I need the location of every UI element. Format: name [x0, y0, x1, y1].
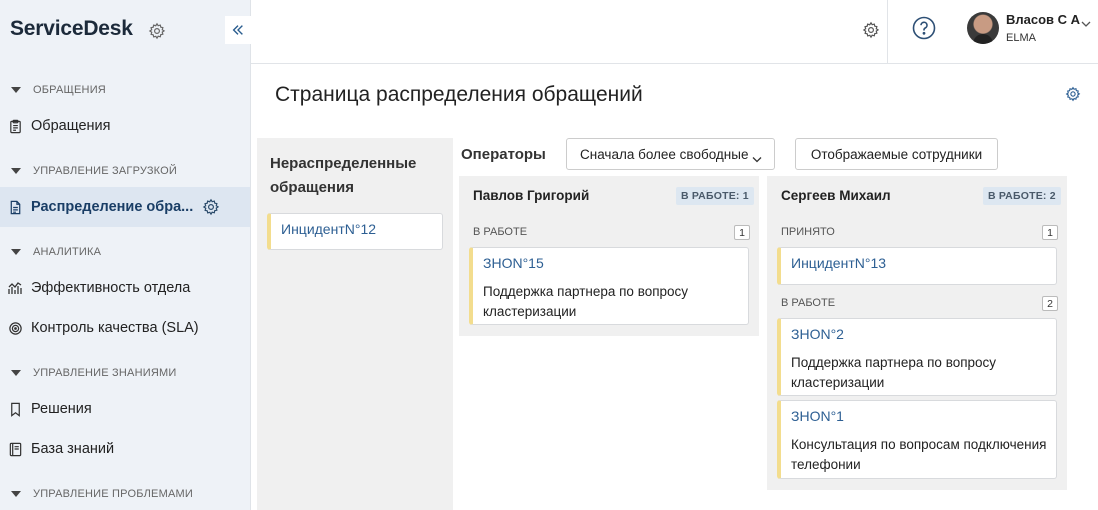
request-card[interactable]: ЗНОN°1 Консультация по вопросам подключе… — [777, 400, 1057, 479]
clipboard-icon — [7, 118, 23, 134]
double-chevron-left-icon — [232, 25, 243, 35]
group-count: 2 — [1042, 296, 1058, 311]
sidebar-item-knowledge-base[interactable]: База знаний — [0, 429, 250, 469]
request-card[interactable]: ИнцидентN°13 — [777, 247, 1057, 285]
unassigned-column: Нераспределенные обращения ИнцидентN°12 — [257, 138, 453, 510]
bookmark-icon — [7, 401, 23, 417]
sidebar-item-label: База знаний — [31, 441, 115, 457]
request-card[interactable]: ЗНОN°2 Поддержка партнера по вопросу кла… — [777, 318, 1057, 396]
request-description: Поддержка партнера по вопросу кластериза… — [483, 284, 689, 319]
book-icon — [7, 441, 23, 457]
sidebar-item-label: Распределение обра... — [31, 199, 194, 215]
group-label: В РАБОТЕ — [781, 297, 836, 309]
sidebar-section-requests[interactable]: ОБРАЩЕНИЯ — [0, 80, 250, 100]
gear-icon[interactable] — [1065, 86, 1081, 102]
target-icon — [7, 320, 23, 336]
request-link[interactable]: ЗНОN°15 — [483, 255, 544, 271]
document-icon — [7, 199, 23, 215]
sort-select[interactable]: Сначала более свободные — [566, 138, 775, 170]
caret-down-icon — [11, 370, 21, 376]
user-org: ELMA — [1006, 32, 1036, 44]
operator-name: Павлов Григорий — [473, 188, 590, 203]
page-title: Страница распределения обращений — [275, 83, 643, 106]
request-link[interactable]: ЗНОN°2 — [791, 326, 844, 342]
operator-column: Павлов Григорий В РАБОТЕ: 1 В РАБОТЕ 1 З… — [459, 176, 759, 336]
sidebar: ServiceDesk ОБРАЩЕНИЯ Обращения УПРАВЛЕН… — [0, 0, 251, 510]
request-link[interactable]: ИнцидентN°12 — [281, 221, 376, 237]
operator-column: Сергеев Михаил В РАБОТЕ: 2 ПРИНЯТО 1 Инц… — [767, 176, 1067, 490]
sidebar-item-sla[interactable]: Контроль качества (SLA) — [0, 308, 250, 348]
gear-icon[interactable] — [148, 22, 166, 40]
group-count: 1 — [1042, 225, 1058, 240]
sidebar-section-problems[interactable]: УПРАВЛЕНИЕ ПРОБЛЕМАМИ — [0, 484, 250, 504]
sidebar-item-label: Обращения — [31, 118, 111, 134]
shown-employees-button[interactable]: Отображаемые сотрудники — [795, 138, 998, 170]
group-label: В РАБОТЕ — [473, 226, 528, 238]
brand-title: ServiceDesk — [10, 17, 133, 40]
collapse-sidebar-button[interactable] — [225, 16, 251, 44]
chevron-down-icon — [752, 151, 762, 163]
request-link[interactable]: ИнцидентN°13 — [791, 255, 886, 271]
top-bar: Власов С А ELMA — [251, 0, 1098, 64]
request-card[interactable]: ЗНОN°15 Поддержка партнера по вопросу кл… — [469, 247, 749, 325]
sidebar-item-efficiency[interactable]: Эффективность отдела — [0, 268, 250, 308]
sidebar-section-knowledge[interactable]: УПРАВЛЕНИЕ ЗНАНИЯМИ — [0, 363, 250, 383]
chevron-down-icon[interactable] — [1081, 15, 1091, 27]
sidebar-item-label: Контроль качества (SLA) — [31, 320, 199, 336]
avatar[interactable] — [967, 12, 999, 44]
group-count: 1 — [734, 225, 750, 240]
sidebar-item-requests[interactable]: Обращения — [0, 106, 250, 146]
gear-icon[interactable] — [862, 21, 880, 39]
caret-down-icon — [11, 249, 21, 255]
caret-down-icon — [11, 491, 21, 497]
chart-icon — [7, 280, 23, 296]
sidebar-section-load[interactable]: УПРАВЛЕНИЕ ЗАГРУЗКОЙ — [0, 161, 250, 181]
request-link[interactable]: ЗНОN°1 — [791, 408, 844, 424]
group-label: ПРИНЯТО — [781, 226, 835, 238]
user-name[interactable]: Власов С А — [1006, 12, 1080, 27]
request-card[interactable]: ИнцидентN°12 — [267, 213, 443, 250]
sidebar-section-analytics[interactable]: АНАЛИТИКА — [0, 242, 250, 262]
status-badge: В РАБОТЕ: 1 — [676, 187, 754, 205]
operators-label: Операторы — [461, 146, 546, 163]
unassigned-title: Нераспределенные обращения — [270, 155, 417, 196]
caret-down-icon — [11, 168, 21, 174]
caret-down-icon — [11, 87, 21, 93]
sidebar-item-label: Эффективность отдела — [31, 280, 191, 296]
sidebar-item-label: Решения — [31, 401, 92, 417]
request-description: Поддержка партнера по вопросу кластериза… — [791, 355, 997, 390]
sidebar-item-solutions[interactable]: Решения — [0, 389, 250, 429]
gear-icon[interactable] — [202, 198, 220, 216]
request-description: Консультация по вопросам подключения тел… — [791, 437, 1047, 472]
sidebar-item-distribution[interactable]: Распределение обра... — [0, 187, 250, 227]
operator-name: Сергеев Михаил — [781, 188, 891, 203]
divider — [887, 0, 888, 64]
help-icon[interactable] — [912, 16, 936, 40]
status-badge: В РАБОТЕ: 2 — [983, 187, 1061, 205]
